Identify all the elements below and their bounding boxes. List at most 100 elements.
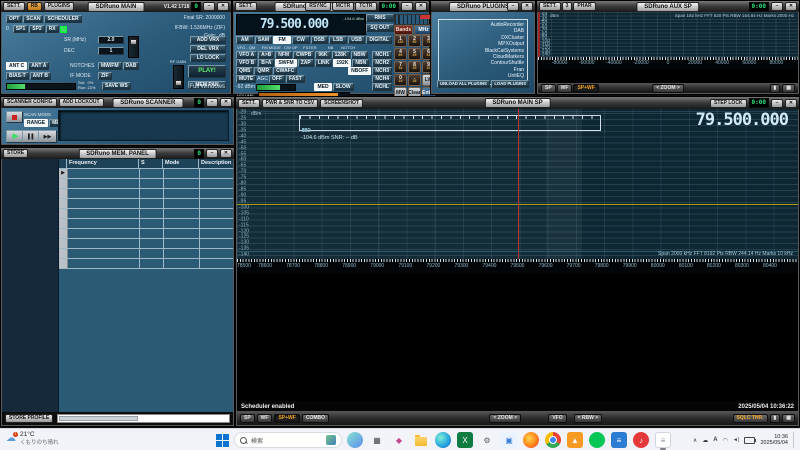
memory-table-row[interactable] — [59, 199, 233, 209]
step-lock-button[interactable]: STEP LOCK — [710, 98, 747, 108]
wifi-icon[interactable]: ◠ — [723, 437, 728, 444]
rx-grid-button[interactable]: 128K — [331, 51, 350, 59]
aux-display-mode-button[interactable]: SP — [541, 83, 556, 93]
ifmode-button[interactable]: ZIF — [98, 72, 112, 80]
onedrive-icon[interactable]: ☁ — [702, 437, 708, 444]
keypad-key-button[interactable]: 7 31 — [394, 61, 407, 73]
minimize-button[interactable]: – — [203, 2, 215, 11]
stop-button[interactable] — [6, 111, 23, 123]
rms-button[interactable]: RMS — [366, 14, 394, 22]
lo-lock-button[interactable]: LO LOCK — [190, 54, 226, 62]
minimize-button[interactable]: – — [771, 98, 783, 108]
excel-icon[interactable]: X — [457, 432, 473, 448]
close-button[interactable]: ✕ — [220, 149, 232, 158]
display-mode-button[interactable]: WF — [256, 413, 273, 423]
music-icon[interactable]: ♪ — [633, 432, 649, 448]
scan-skip-button[interactable]: ▶▶ — [38, 130, 57, 143]
gallery-icon[interactable]: ▣ — [501, 432, 517, 448]
mode-button[interactable]: SAM — [254, 36, 273, 44]
lists-icon[interactable]: ≡ — [611, 432, 627, 448]
settings-button[interactable]: SETT. — [238, 98, 260, 108]
rx-grid-button[interactable]: NCH1 — [372, 51, 392, 59]
keypad-key-button[interactable]: 1 120 — [394, 35, 407, 47]
rx-grid-button[interactable]: VFO A — [236, 51, 258, 59]
mode-button[interactable]: DIGITAL — [366, 36, 393, 44]
notch-filter-button[interactable]: DAB — [122, 62, 140, 70]
keypad-key-button[interactable]: . 16 — [408, 74, 421, 86]
add-lockout-button[interactable]: ADD LOCKOUT — [58, 98, 104, 107]
rx-grid-button[interactable]: CWAFC — [273, 67, 298, 75]
close-button[interactable]: ✕ — [415, 2, 427, 11]
battery-icon[interactable] — [744, 436, 757, 444]
rx-title-button[interactable]: MCTR — [331, 2, 355, 11]
main-waterfall[interactable] — [237, 273, 798, 401]
dec-value-field[interactable]: 1 — [98, 47, 124, 55]
rx-grid-button[interactable]: ZAP — [297, 59, 314, 67]
close-button[interactable]: ✕ — [521, 2, 533, 11]
rx-grid-button[interactable]: NBN — [352, 59, 370, 67]
task-view-icon[interactable]: ▦ — [369, 432, 385, 448]
minimize-button[interactable]: – — [206, 149, 218, 158]
rx-grid-button[interactable]: NCHL — [372, 83, 392, 91]
minimize-button[interactable]: – — [206, 98, 218, 107]
close-button[interactable]: ✕ — [217, 2, 229, 11]
minimize-button[interactable]: – — [401, 2, 413, 11]
squelch-threshold-button[interactable]: SQLC THR. — [732, 413, 768, 423]
firefox-icon[interactable] — [523, 432, 539, 448]
memory-table-row[interactable] — [59, 189, 233, 199]
rx-grid-button[interactable]: -92 dBm — [236, 84, 255, 90]
divider-icon-button[interactable]: ▮ — [769, 83, 781, 93]
add-vrx-button[interactable]: ADD VRX — [190, 36, 226, 44]
del-vrx-button[interactable]: DEL VRX — [190, 45, 226, 53]
rx-grid-button[interactable]: VFO B — [236, 59, 258, 67]
antenna-button[interactable]: ANT B — [29, 72, 51, 80]
memory-table-row[interactable] — [59, 179, 233, 189]
rx-grid-button[interactable]: 96K — [315, 51, 331, 59]
divider-icon-button[interactable]: ▮ — [769, 413, 781, 423]
rx-grid-button[interactable]: FAST — [286, 75, 305, 83]
grid-icon-button[interactable]: ▦ — [782, 413, 795, 423]
aux-title-button[interactable]: 3 — [561, 2, 573, 11]
keypad-band-button[interactable]: Bands — [394, 25, 413, 35]
memory-table-row[interactable] — [59, 229, 233, 239]
ime-icon[interactable]: A — [713, 437, 717, 443]
screenshot-button[interactable]: SCREENSHOT — [320, 98, 363, 108]
aux-spectrum-display[interactable]: dBm Span 192 kHz FFT 620 Pts RBW 154.84 … — [538, 12, 798, 57]
rx-grid-button[interactable]: SLOW — [332, 83, 354, 91]
unload-all-plugins-button[interactable]: UNLOAD ALL PLUGINS — [437, 80, 490, 88]
notepad-icon[interactable]: ≡ — [655, 432, 671, 450]
pwr-snr-csv-button[interactable]: PWR & SNR TO CSV — [261, 98, 319, 108]
aux-display-mode-button[interactable]: WF — [556, 83, 573, 93]
rx-grid-button[interactable]: CWPB — [293, 51, 315, 59]
scan-list-panel[interactable] — [58, 110, 229, 141]
store-profile-button[interactable]: STORE PROFILE — [5, 414, 54, 423]
copilot-icon[interactable] — [347, 432, 363, 448]
aux-display-mode-button[interactable]: SP+WF — [573, 83, 599, 93]
aux-zoom-control[interactable]: < ZOOM > — [652, 83, 684, 93]
main-spectrum-display[interactable]: -20 -25 -30 -35 -40 -45 -50 -55 -60 -65 -70 -75 -80-… — [237, 109, 798, 259]
mode-button[interactable]: FM — [273, 36, 291, 44]
settings-icon[interactable]: ⚙ — [479, 432, 495, 448]
minimize-button[interactable]: – — [507, 2, 519, 11]
rx-grid-button[interactable]: NCH4 — [372, 75, 392, 83]
rx-grid-button[interactable]: NCH2 — [372, 59, 392, 67]
rx-grid-button[interactable]: 192K — [333, 59, 352, 67]
store-button[interactable]: STORE — [3, 149, 29, 158]
sp-rx-button[interactable]: SP1 — [12, 25, 29, 33]
plugin-list-item[interactable]: UnitEQ — [508, 73, 524, 79]
display-mode-button[interactable]: SP — [240, 413, 255, 423]
main-top-button[interactable]: SCAN — [23, 15, 44, 23]
mode-button[interactable]: USB — [347, 36, 366, 44]
app-orange-icon[interactable]: ▲ — [567, 432, 583, 448]
rx-grid-button[interactable]: MED — [314, 83, 332, 91]
settings-button[interactable]: SETT. — [235, 2, 257, 11]
plugins-button[interactable]: PLUGINS — [43, 2, 75, 11]
memory-table-row[interactable] — [59, 259, 233, 269]
close-button[interactable]: ✕ — [785, 2, 797, 11]
file-explorer-icon[interactable] — [413, 432, 429, 448]
display-mode-button[interactable]: COMBO — [301, 413, 329, 423]
rx-grid-button[interactable]: NBOFF — [348, 67, 372, 75]
scan-mode-button[interactable]: RANGE — [24, 119, 49, 127]
mode-button[interactable]: AM — [236, 36, 254, 44]
chevron-up-icon[interactable]: ∧ — [693, 437, 697, 444]
